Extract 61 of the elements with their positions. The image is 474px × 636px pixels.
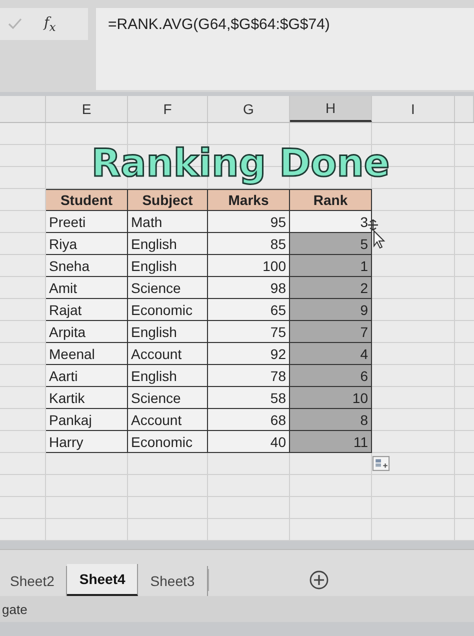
table-cell: English (128, 365, 208, 387)
table-cell: Science (128, 277, 208, 299)
table-cell: Rajat (46, 299, 128, 321)
table-cell: English (128, 233, 208, 255)
table-cell: Riya (46, 233, 128, 255)
table-cell[interactable]: 7 (290, 321, 372, 343)
table-cell: Economic (128, 431, 208, 453)
header-cell: Subject (128, 189, 208, 211)
table-cell[interactable]: 1 (290, 255, 372, 277)
table-cell: 75 (208, 321, 290, 343)
table-cell: 98 (208, 277, 290, 299)
table-cell: 85 (208, 233, 290, 255)
table-cell: Preeti (46, 211, 128, 233)
cursor-icon (366, 219, 386, 249)
table-cell[interactable]: 3 (290, 211, 372, 233)
table-cell: 95 (208, 211, 290, 233)
table-cell: English (128, 255, 208, 277)
table-cell: Meenal (46, 343, 128, 365)
table-cell[interactable]: 2 (290, 277, 372, 299)
column-header[interactable]: H (290, 96, 372, 122)
column-header[interactable]: I (372, 96, 455, 122)
table-cell: Aarti (46, 365, 128, 387)
table-cell[interactable]: 9 (290, 299, 372, 321)
table-cell: 40 (208, 431, 290, 453)
header-cell: Marks (208, 189, 290, 211)
quick-analysis-icon[interactable] (372, 456, 390, 471)
table-cell: Math (128, 211, 208, 233)
table-cell[interactable]: 10 (290, 387, 372, 409)
table-cell: Kartik (46, 387, 128, 409)
table-cell[interactable]: 4 (290, 343, 372, 365)
header-cell: Student (46, 189, 128, 211)
table-cell: 78 (208, 365, 290, 387)
table-cell: Arpita (46, 321, 128, 343)
table-cell[interactable]: 8 (290, 409, 372, 431)
table-cell: Sneha (46, 255, 128, 277)
table-cell: 100 (208, 255, 290, 277)
table-cell: 65 (208, 299, 290, 321)
add-sheet-icon[interactable] (308, 570, 329, 590)
table-cell: Harry (46, 431, 128, 453)
table-cell: 58 (208, 387, 290, 409)
overlay-title: Ranking Done (91, 140, 391, 187)
table-cell: Amit (46, 277, 128, 299)
table-cell: English (128, 321, 208, 343)
table-cell: Science (128, 387, 208, 409)
column-header[interactable]: F (128, 96, 208, 122)
table-cell[interactable]: 6 (290, 365, 372, 387)
table-cell: 68 (208, 409, 290, 431)
column-header[interactable]: E (46, 96, 128, 122)
sheet-tab[interactable]: Sheet4 (67, 564, 138, 596)
table-cell: Pankaj (46, 409, 128, 431)
status-text: gate (2, 602, 28, 616)
check-icon[interactable] (8, 18, 22, 30)
table-cell: Account (128, 343, 208, 365)
header-cell: Rank (290, 189, 372, 211)
table-cell[interactable]: 5 (290, 233, 372, 255)
table-cell: 92 (208, 343, 290, 365)
insert-function-button[interactable]: f$_{x}$ (44, 14, 56, 34)
formula-field[interactable]: =RANK.AVG(G64,$G$64:$G$74) (96, 8, 474, 90)
table-cell[interactable]: 11 (290, 431, 372, 453)
table-cell: Economic (128, 299, 208, 321)
table-cell: Account (128, 409, 208, 431)
